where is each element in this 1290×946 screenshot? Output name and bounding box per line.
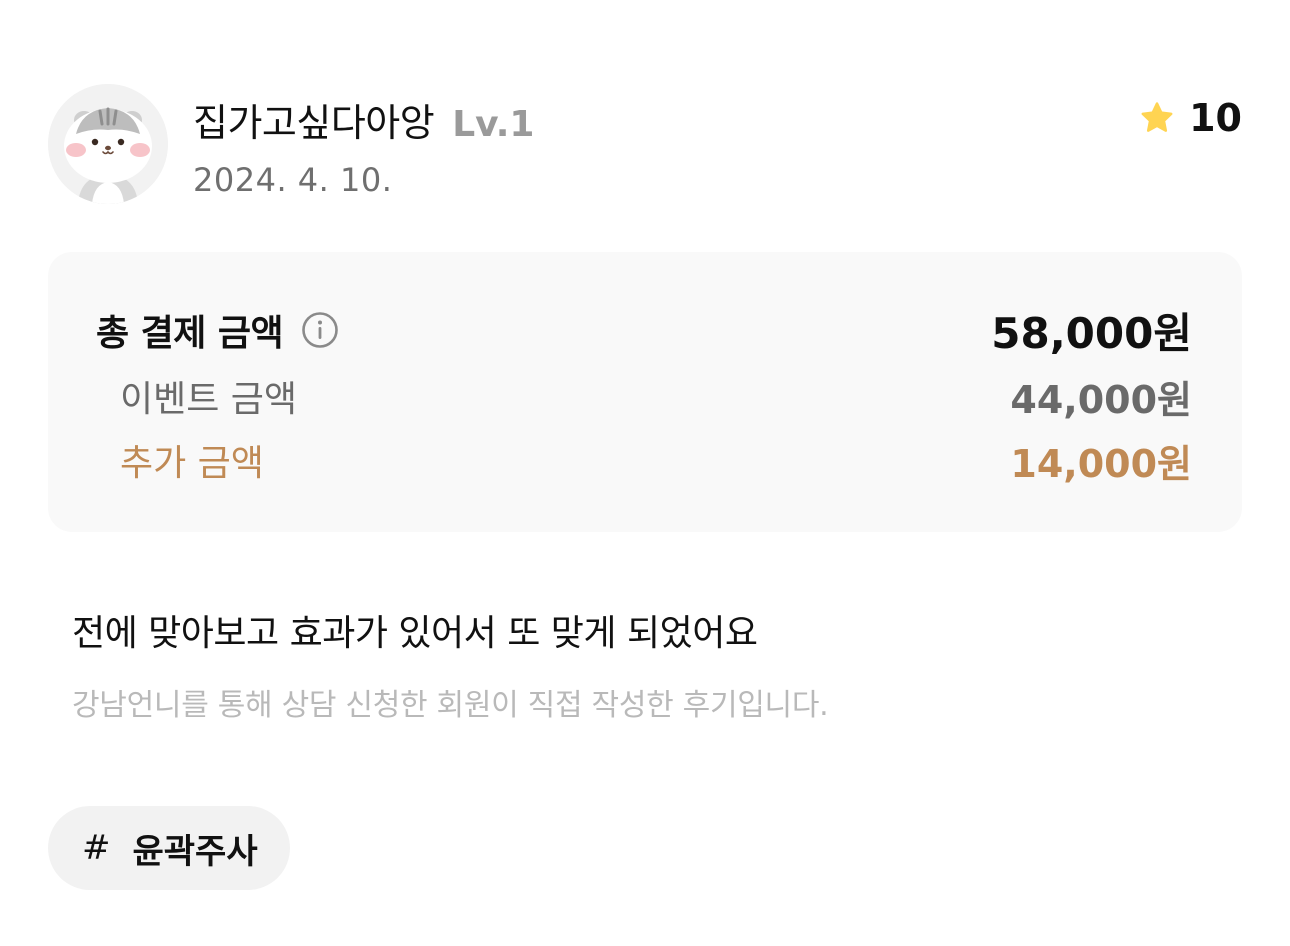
review-card: 집가고싶다아앙 Lv.1 2024. 4. 10. 10 총 결제 금액 58, <box>0 0 1290 946</box>
hamster-avatar-icon[interactable] <box>48 84 168 204</box>
review-title: 전에 맞아보고 효과가 있어서 또 맞게 되었어요 <box>72 613 758 654</box>
rating: 10 <box>1139 96 1242 140</box>
nickname[interactable]: 집가고싶다아앙 <box>193 92 435 147</box>
rating-value: 10 <box>1189 96 1242 140</box>
total-payment-label: 총 결제 금액 <box>96 313 284 354</box>
total-label-wrap: 총 결제 금액 <box>96 304 339 356</box>
payment-summary: 총 결제 금액 58,000원 이벤트 금액 44,000원 추가 금액 14,… <box>48 252 1242 532</box>
event-amount-row: 이벤트 금액 44,000원 <box>120 370 1192 422</box>
reviewer-profile: 집가고싶다아앙 Lv.1 2024. 4. 10. 10 <box>48 84 1242 204</box>
total-payment-row: 총 결제 금액 58,000원 <box>96 302 1192 358</box>
user-info: 집가고싶다아앙 Lv.1 2024. 4. 10. <box>193 92 534 199</box>
tag-label: 윤곽주사 <box>132 831 258 872</box>
info-icon[interactable] <box>301 311 339 349</box>
level-badge: Lv.1 <box>452 104 535 145</box>
star-icon <box>1141 102 1173 132</box>
extra-amount-label: 추가 금액 <box>120 443 264 484</box>
name-row: 집가고싶다아앙 Lv.1 <box>193 92 534 147</box>
total-payment-amount: 58,000원 <box>991 308 1192 358</box>
hash-icon: # <box>82 828 111 868</box>
event-amount-label: 이벤트 금액 <box>120 379 298 420</box>
extra-amount-row: 추가 금액 14,000원 <box>120 434 1192 486</box>
tag-chip[interactable]: # 윤곽주사 <box>48 806 290 890</box>
event-amount-value: 44,000원 <box>1010 377 1192 422</box>
review-date: 2024. 4. 10. <box>193 161 393 199</box>
extra-amount-value: 14,000원 <box>1010 441 1192 486</box>
review-disclaimer: 강남언니를 통해 상담 신청한 회원이 직접 작성한 후기입니다. <box>72 688 829 723</box>
